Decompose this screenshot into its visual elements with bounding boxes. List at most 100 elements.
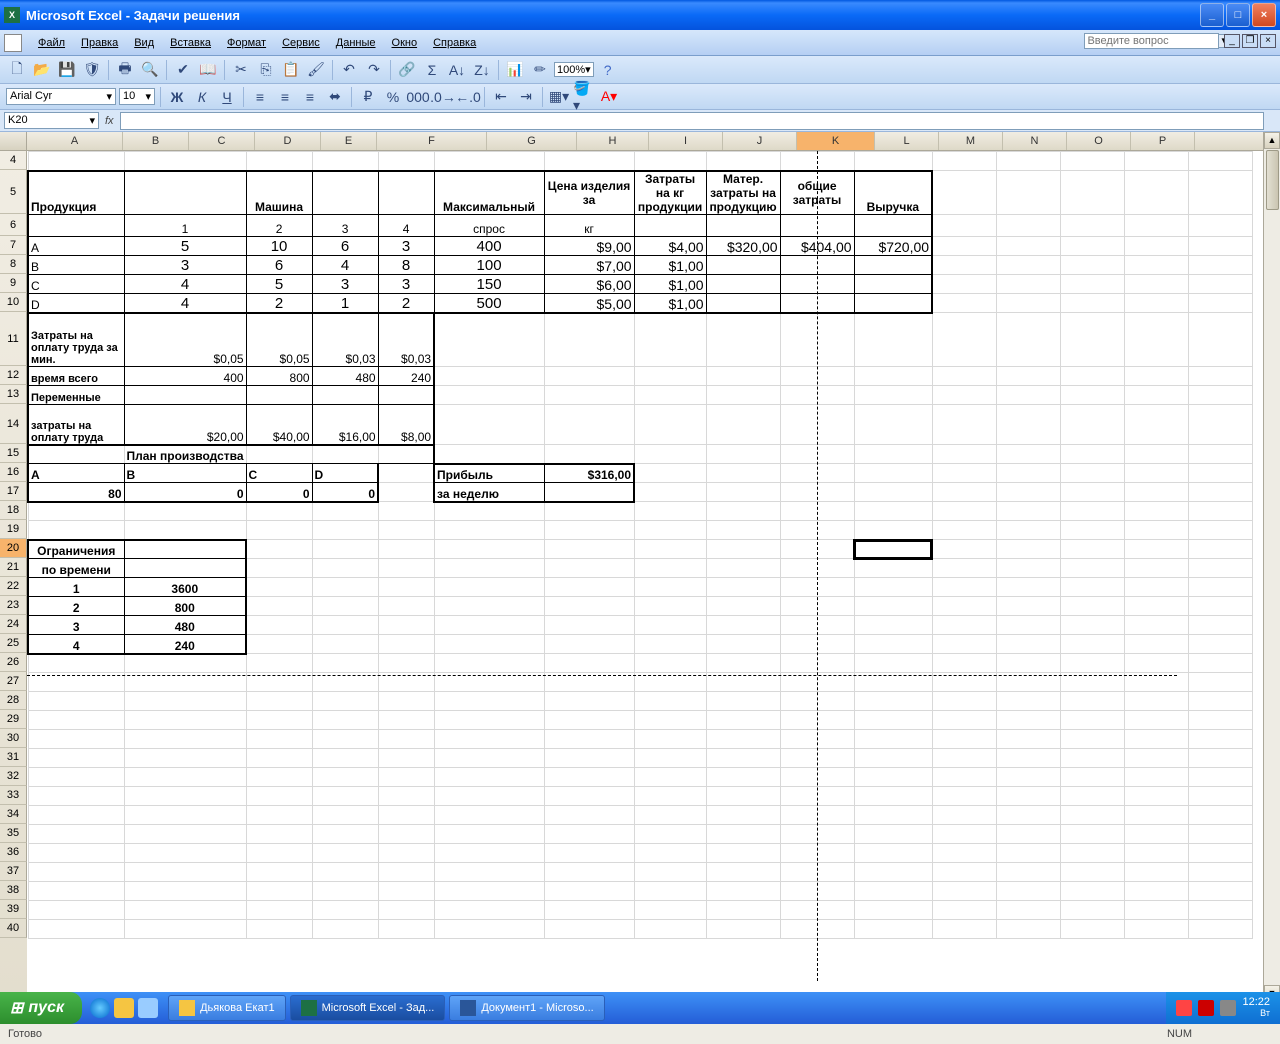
cell-L34[interactable] <box>932 806 996 825</box>
row-header-8[interactable]: 8 <box>0 255 27 274</box>
dec-indent-icon[interactable]: ⇤ <box>490 86 512 108</box>
cell-G35[interactable] <box>544 825 634 844</box>
cell-F12[interactable] <box>434 367 544 386</box>
cell-G34[interactable] <box>544 806 634 825</box>
cell-E37[interactable] <box>378 863 434 882</box>
row-header-14[interactable]: 14 <box>0 404 27 444</box>
cell-G26[interactable] <box>544 654 634 673</box>
copy-icon[interactable]: ⎘ <box>255 59 277 81</box>
cell-B33[interactable] <box>124 787 246 806</box>
cell-M36[interactable] <box>996 844 1060 863</box>
cell-B7[interactable]: 5 <box>124 237 246 256</box>
cell-O33[interactable] <box>1124 787 1188 806</box>
cell-B8[interactable]: 3 <box>124 256 246 275</box>
cell-D12[interactable]: 480 <box>312 367 378 386</box>
cell-D15[interactable] <box>312 445 378 464</box>
row-header-38[interactable]: 38 <box>0 881 27 900</box>
menu-view[interactable]: Вид <box>126 33 162 53</box>
cell-B10[interactable]: 4 <box>124 294 246 313</box>
new-icon[interactable]: 🗋 <box>6 59 28 81</box>
cell-M29[interactable] <box>996 711 1060 730</box>
cell-C4[interactable] <box>246 152 312 171</box>
cell-B35[interactable] <box>124 825 246 844</box>
cell-H12[interactable] <box>634 367 706 386</box>
spell-icon[interactable]: ✔ <box>172 59 194 81</box>
cell-C20[interactable] <box>246 540 312 559</box>
cell-C37[interactable] <box>246 863 312 882</box>
cell-I4[interactable] <box>706 152 780 171</box>
cell-H23[interactable] <box>634 597 706 616</box>
cell-E18[interactable] <box>378 502 434 521</box>
row-header-12[interactable]: 12 <box>0 366 27 385</box>
cell-L25[interactable] <box>932 635 996 654</box>
cell-A22[interactable]: 1 <box>28 578 124 597</box>
cell-O12[interactable] <box>1124 367 1188 386</box>
cell-N11[interactable] <box>1060 313 1124 367</box>
col-header-B[interactable]: B <box>123 132 189 150</box>
cell-I36[interactable] <box>706 844 780 863</box>
cell-F38[interactable] <box>434 882 544 901</box>
cell-K13[interactable] <box>854 386 932 405</box>
cell-B30[interactable] <box>124 730 246 749</box>
cell-K10[interactable] <box>854 294 932 313</box>
cell-E29[interactable] <box>378 711 434 730</box>
cell-A19[interactable] <box>28 521 124 540</box>
cell-L35[interactable] <box>932 825 996 844</box>
row-header-17[interactable]: 17 <box>0 482 27 501</box>
cell-P18[interactable] <box>1188 502 1252 521</box>
cell-C21[interactable] <box>246 559 312 578</box>
cell-O18[interactable] <box>1124 502 1188 521</box>
cell-K36[interactable] <box>854 844 932 863</box>
cell-I23[interactable] <box>706 597 780 616</box>
cell-C30[interactable] <box>246 730 312 749</box>
cell-O14[interactable] <box>1124 405 1188 445</box>
row-header-7[interactable]: 7 <box>0 236 27 255</box>
row-header-15[interactable]: 15 <box>0 444 27 463</box>
cell-F30[interactable] <box>434 730 544 749</box>
cell-I13[interactable] <box>706 386 780 405</box>
menu-window[interactable]: Окно <box>384 33 426 53</box>
cell-D35[interactable] <box>312 825 378 844</box>
cell-N33[interactable] <box>1060 787 1124 806</box>
cell-G25[interactable] <box>544 635 634 654</box>
cell-F11[interactable] <box>434 313 544 367</box>
cell-I39[interactable] <box>706 901 780 920</box>
row-header-5[interactable]: 5 <box>0 170 27 214</box>
italic-icon[interactable]: К <box>191 86 213 108</box>
cell-L38[interactable] <box>932 882 996 901</box>
vertical-scrollbar[interactable]: ▲ ▼ <box>1263 132 1280 1002</box>
cell-I28[interactable] <box>706 692 780 711</box>
cell-B39[interactable] <box>124 901 246 920</box>
align-right-icon[interactable]: ≡ <box>299 86 321 108</box>
cell-K22[interactable] <box>854 578 932 597</box>
cell-P10[interactable] <box>1188 294 1252 313</box>
cell-H25[interactable] <box>634 635 706 654</box>
cell-E30[interactable] <box>378 730 434 749</box>
cell-M18[interactable] <box>996 502 1060 521</box>
cell-G24[interactable] <box>544 616 634 635</box>
cell-H10[interactable]: $1,00 <box>634 294 706 313</box>
cell-L7[interactable] <box>932 237 996 256</box>
cell-N28[interactable] <box>1060 692 1124 711</box>
cell-D21[interactable] <box>312 559 378 578</box>
cell-N25[interactable] <box>1060 635 1124 654</box>
row-header-34[interactable]: 34 <box>0 805 27 824</box>
cell-D23[interactable] <box>312 597 378 616</box>
cell-M23[interactable] <box>996 597 1060 616</box>
cell-C15[interactable] <box>246 445 312 464</box>
cell-D20[interactable] <box>312 540 378 559</box>
inc-decimal-icon[interactable]: .0→ <box>432 86 454 108</box>
taskbar-item[interactable]: Microsoft Excel - Зад... <box>290 995 446 1021</box>
tray-icon[interactable] <box>1176 1000 1192 1016</box>
cell-H14[interactable] <box>634 405 706 445</box>
cell-L39[interactable] <box>932 901 996 920</box>
cell-N7[interactable] <box>1060 237 1124 256</box>
cell-E36[interactable] <box>378 844 434 863</box>
cell-I24[interactable] <box>706 616 780 635</box>
cell-G18[interactable] <box>544 502 634 521</box>
cell-E35[interactable] <box>378 825 434 844</box>
question-box[interactable] <box>1084 33 1219 49</box>
cell-I40[interactable] <box>706 920 780 939</box>
cell-H5[interactable]: Затраты на кг продукции <box>634 171 706 215</box>
cell-B14[interactable]: $20,00 <box>124 405 246 445</box>
